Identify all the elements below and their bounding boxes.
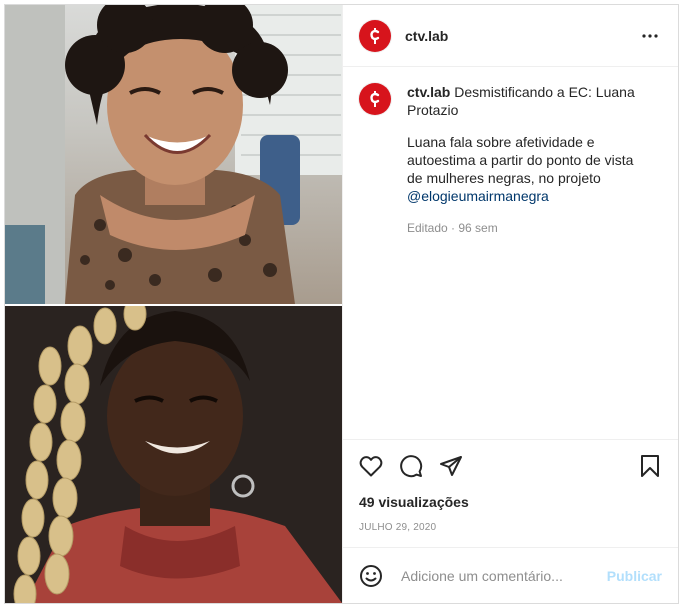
actions-section: 49 visualizações JULHO 29, 2020 — [343, 439, 678, 547]
caption-description: Luana fala sobre afetividade e autoestim… — [407, 134, 634, 186]
heart-icon[interactable] — [359, 454, 383, 478]
person-top-image — [5, 5, 342, 304]
caption-meta: Editado · 96 sem — [407, 221, 498, 235]
caption-avatar-icon[interactable] — [359, 83, 391, 115]
action-icons-row — [359, 440, 662, 492]
comment-bar: Publicar — [343, 547, 678, 603]
post-age[interactable]: 96 sem — [458, 221, 497, 235]
send-icon[interactable] — [439, 454, 463, 478]
ctv-logo-icon[interactable] — [359, 19, 391, 52]
caption-text: ctv.lab Desmistificando a EC: Luana Prot… — [407, 83, 647, 423]
caption-mention-link[interactable]: @elogieumairmanegra — [407, 188, 549, 204]
video-panel-top — [5, 5, 342, 304]
caption-section: ctv.lab Desmistificando a EC: Luana Prot… — [343, 67, 678, 439]
post-media[interactable] — [5, 5, 342, 603]
edited-label: Editado — [407, 221, 448, 235]
post-date: JULHO 29, 2020 — [359, 522, 437, 533]
video-panel-bottom — [5, 306, 342, 603]
publish-button[interactable]: Publicar — [607, 568, 662, 584]
post-sidebar: ctv.lab ctv.lab Desmistificando a EC: Lu… — [342, 5, 678, 603]
post-header: ctv.lab — [343, 5, 678, 67]
comment-icon[interactable] — [399, 454, 423, 478]
comment-input[interactable] — [399, 566, 607, 585]
view-count[interactable]: 49 visualizações — [359, 494, 662, 510]
more-options-icon[interactable] — [638, 24, 662, 48]
post-dialog: ctv.lab ctv.lab Desmistificando a EC: Lu… — [4, 4, 679, 604]
emoji-icon[interactable] — [359, 564, 383, 588]
caption-author[interactable]: ctv.lab — [407, 84, 450, 100]
header-username[interactable]: ctv.lab — [405, 28, 448, 44]
bookmark-icon[interactable] — [638, 454, 662, 478]
person-bottom-image — [5, 306, 342, 603]
